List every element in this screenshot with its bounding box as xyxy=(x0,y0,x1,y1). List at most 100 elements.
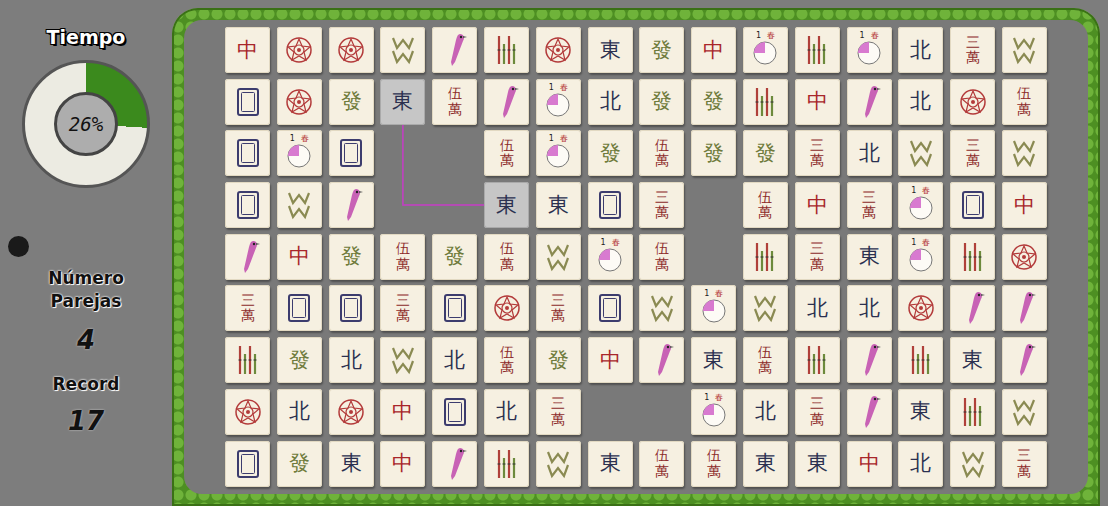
mahjong-tile[interactable] xyxy=(950,389,995,435)
mahjong-tile[interactable] xyxy=(432,389,477,435)
mahjong-tile[interactable] xyxy=(536,27,581,73)
mahjong-tile[interactable] xyxy=(950,441,995,487)
mahjong-tile[interactable]: 伍萬 xyxy=(484,234,529,280)
mahjong-tile[interactable]: 伍萬 xyxy=(432,79,477,125)
mahjong-tile[interactable] xyxy=(950,79,995,125)
mahjong-tile[interactable] xyxy=(1002,234,1047,280)
mahjong-tile[interactable]: 1春 xyxy=(898,234,943,280)
mahjong-tile[interactable]: 三萬 xyxy=(225,285,270,331)
mahjong-tile[interactable] xyxy=(380,337,425,383)
mahjong-tile[interactable]: 中 xyxy=(1002,182,1047,228)
mahjong-tile[interactable]: 北 xyxy=(898,441,943,487)
mahjong-tile[interactable]: 中 xyxy=(225,27,270,73)
mahjong-tile[interactable] xyxy=(225,441,270,487)
mahjong-tile[interactable] xyxy=(329,389,374,435)
mahjong-tile[interactable]: 東 xyxy=(380,79,425,125)
mahjong-tile[interactable]: 北 xyxy=(277,389,322,435)
mahjong-tile[interactable]: 三萬 xyxy=(639,182,684,228)
mahjong-tile[interactable] xyxy=(898,285,943,331)
mahjong-tile[interactable] xyxy=(588,182,633,228)
mahjong-tile[interactable] xyxy=(847,79,892,125)
mahjong-tile[interactable] xyxy=(277,79,322,125)
mahjong-tile[interactable] xyxy=(329,27,374,73)
mahjong-tile[interactable] xyxy=(950,285,995,331)
mahjong-tile[interactable] xyxy=(1002,27,1047,73)
mahjong-tile[interactable]: 北 xyxy=(847,285,892,331)
mahjong-tile[interactable]: 伍萬 xyxy=(484,337,529,383)
mahjong-tile[interactable]: 三萬 xyxy=(380,285,425,331)
mahjong-tile[interactable] xyxy=(743,285,788,331)
mahjong-tile[interactable]: 東 xyxy=(588,27,633,73)
mahjong-tile[interactable]: 東 xyxy=(588,441,633,487)
mahjong-tile[interactable]: 1春 xyxy=(847,27,892,73)
mahjong-tile[interactable] xyxy=(847,389,892,435)
mahjong-tile[interactable]: 1春 xyxy=(691,389,736,435)
mahjong-tile[interactable] xyxy=(432,285,477,331)
mahjong-tile[interactable]: 發 xyxy=(691,79,736,125)
mahjong-tile[interactable]: 發 xyxy=(536,337,581,383)
mahjong-tile[interactable]: 發 xyxy=(329,79,374,125)
mahjong-tile[interactable]: 發 xyxy=(743,130,788,176)
mahjong-tile[interactable]: 1春 xyxy=(536,130,581,176)
mahjong-tile[interactable]: 1春 xyxy=(691,285,736,331)
mahjong-tile[interactable]: 伍萬 xyxy=(691,441,736,487)
mahjong-tile[interactable]: 伍萬 xyxy=(484,130,529,176)
mahjong-tile[interactable]: 中 xyxy=(795,182,840,228)
mahjong-tile[interactable]: 發 xyxy=(277,337,322,383)
mahjong-tile[interactable] xyxy=(847,337,892,383)
mahjong-tile[interactable] xyxy=(225,79,270,125)
mahjong-tile[interactable]: 伍萬 xyxy=(743,182,788,228)
mahjong-tile[interactable] xyxy=(950,234,995,280)
mahjong-tile[interactable]: 三萬 xyxy=(950,27,995,73)
mahjong-tile[interactable]: 三萬 xyxy=(795,234,840,280)
mahjong-tile[interactable] xyxy=(329,285,374,331)
mahjong-tile[interactable] xyxy=(432,27,477,73)
mahjong-tile[interactable]: 三萬 xyxy=(536,389,581,435)
mahjong-tile[interactable] xyxy=(1002,337,1047,383)
mahjong-tile[interactable] xyxy=(898,130,943,176)
mahjong-tile[interactable]: 北 xyxy=(743,389,788,435)
mahjong-tile[interactable]: 中 xyxy=(691,27,736,73)
mahjong-tile[interactable] xyxy=(277,27,322,73)
mahjong-tile[interactable]: 三萬 xyxy=(795,130,840,176)
mahjong-tile[interactable]: 北 xyxy=(432,337,477,383)
mahjong-tile[interactable]: 東 xyxy=(898,389,943,435)
mahjong-tile[interactable]: 1春 xyxy=(277,130,322,176)
mahjong-tile[interactable]: 北 xyxy=(588,79,633,125)
mahjong-tile[interactable]: 中 xyxy=(847,441,892,487)
mahjong-tile[interactable]: 1春 xyxy=(588,234,633,280)
mahjong-tile[interactable] xyxy=(432,441,477,487)
mahjong-tile[interactable] xyxy=(743,79,788,125)
mahjong-tile[interactable] xyxy=(536,234,581,280)
mahjong-tile[interactable]: 發 xyxy=(691,130,736,176)
mahjong-tile[interactable] xyxy=(1002,130,1047,176)
mahjong-tile[interactable] xyxy=(484,285,529,331)
mahjong-tile[interactable] xyxy=(225,337,270,383)
mahjong-tile[interactable] xyxy=(795,27,840,73)
mahjong-tile[interactable]: 發 xyxy=(432,234,477,280)
mahjong-tile[interactable]: 中 xyxy=(277,234,322,280)
mahjong-tile[interactable]: 伍萬 xyxy=(380,234,425,280)
mahjong-tile[interactable] xyxy=(225,182,270,228)
mahjong-tile[interactable] xyxy=(329,130,374,176)
mahjong-tile[interactable] xyxy=(639,285,684,331)
mahjong-tile[interactable]: 中 xyxy=(588,337,633,383)
mahjong-tile[interactable]: 東 xyxy=(847,234,892,280)
mahjong-tile[interactable]: 1春 xyxy=(743,27,788,73)
mahjong-tile[interactable]: 北 xyxy=(484,389,529,435)
mahjong-tile[interactable]: 東 xyxy=(950,337,995,383)
mahjong-tile[interactable]: 發 xyxy=(277,441,322,487)
mahjong-tile[interactable]: 1春 xyxy=(898,182,943,228)
mahjong-tile[interactable]: 伍萬 xyxy=(639,234,684,280)
mahjong-tile[interactable]: 發 xyxy=(639,79,684,125)
mahjong-tile[interactable]: 伍萬 xyxy=(639,130,684,176)
mahjong-tile[interactable]: 中 xyxy=(380,441,425,487)
mahjong-tile[interactable] xyxy=(795,337,840,383)
mahjong-tile[interactable] xyxy=(484,441,529,487)
mahjong-tile[interactable] xyxy=(484,27,529,73)
mahjong-tile[interactable]: 北 xyxy=(898,79,943,125)
mahjong-tile[interactable]: 三萬 xyxy=(1002,441,1047,487)
mahjong-tile[interactable] xyxy=(484,79,529,125)
mahjong-tile[interactable]: 發 xyxy=(588,130,633,176)
mahjong-tile[interactable]: 中 xyxy=(380,389,425,435)
